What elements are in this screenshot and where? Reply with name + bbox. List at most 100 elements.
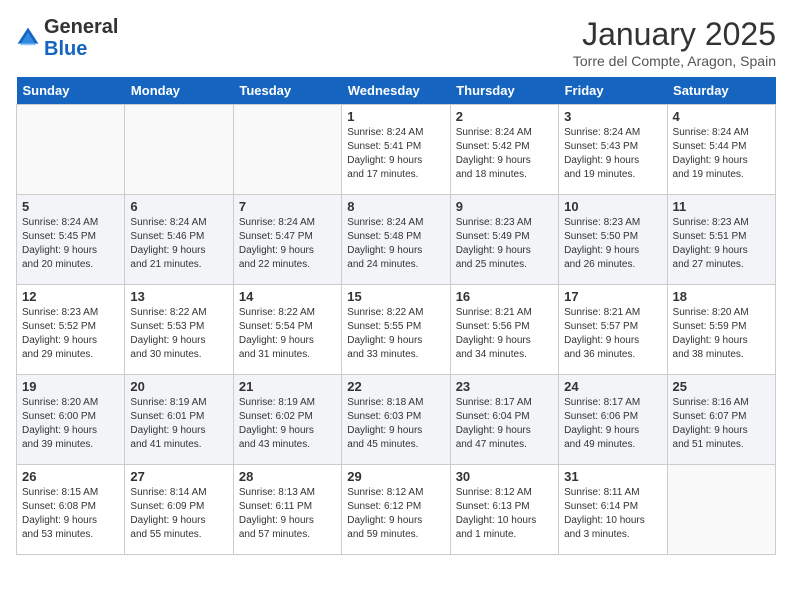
calendar-cell: 1 Sunrise: 8:24 AM Sunset: 5:41 PM Daylig…: [342, 105, 450, 195]
calendar-cell: 19 Sunrise: 8:20 AM Sunset: 6:00 PM Dayli…: [17, 375, 125, 465]
day-number: 18: [673, 289, 770, 304]
cell-info: Sunrise: 8:24 AM Sunset: 5:41 PM Dayligh…: [347, 126, 444, 182]
weekday-header-sunday: Sunday: [17, 77, 125, 105]
cell-info: Sunrise: 8:23 AM Sunset: 5:50 PM Dayligh…: [564, 216, 661, 272]
weekday-header-monday: Monday: [125, 77, 233, 105]
cell-info: Sunrise: 8:22 AM Sunset: 5:54 PM Dayligh…: [239, 306, 336, 362]
day-number: 3: [564, 109, 661, 124]
cell-info: Sunrise: 8:24 AM Sunset: 5:48 PM Dayligh…: [347, 216, 444, 272]
calendar-cell: 31 Sunrise: 8:11 AM Sunset: 6:14 PM Dayli…: [559, 465, 667, 555]
day-number: 17: [564, 289, 661, 304]
title-block: January 2025 Torre del Compte, Aragon, S…: [573, 16, 776, 69]
weekday-header-tuesday: Tuesday: [233, 77, 341, 105]
cell-info: Sunrise: 8:20 AM Sunset: 6:00 PM Dayligh…: [22, 396, 119, 452]
cell-info: Sunrise: 8:23 AM Sunset: 5:52 PM Dayligh…: [22, 306, 119, 362]
cell-info: Sunrise: 8:22 AM Sunset: 5:53 PM Dayligh…: [130, 306, 227, 362]
calendar-cell: 24 Sunrise: 8:17 AM Sunset: 6:06 PM Dayli…: [559, 375, 667, 465]
cell-info: Sunrise: 8:17 AM Sunset: 6:06 PM Dayligh…: [564, 396, 661, 452]
cell-info: Sunrise: 8:15 AM Sunset: 6:08 PM Dayligh…: [22, 486, 119, 542]
calendar-cell: 9Sunrise: 8:23 AM Sunset: 5:49 PM Daylig…: [450, 195, 558, 285]
day-number: 29: [347, 469, 444, 484]
logo-blue: Blue: [44, 38, 87, 60]
cell-info: Sunrise: 8:24 AM Sunset: 5:46 PM Dayligh…: [130, 216, 227, 272]
calendar-cell: 27Sunrise: 8:14 AM Sunset: 6:09 PM Dayli…: [125, 465, 233, 555]
cell-info: Sunrise: 8:22 AM Sunset: 5:55 PM Dayligh…: [347, 306, 444, 362]
calendar-cell: 7Sunrise: 8:24 AM Sunset: 5:47 PM Daylig…: [233, 195, 341, 285]
cell-info: Sunrise: 8:24 AM Sunset: 5:43 PM Dayligh…: [564, 126, 661, 182]
calendar-cell: 13 Sunrise: 8:22 AM Sunset: 5:53 PM Dayli…: [125, 285, 233, 375]
logo-general: General: [44, 16, 118, 38]
cell-info: Sunrise: 8:24 AM Sunset: 5:45 PM Dayligh…: [22, 216, 119, 272]
weekday-header-friday: Friday: [559, 77, 667, 105]
calendar-cell: 29 Sunrise: 8:12 AM Sunset: 6:12 PM Dayli…: [342, 465, 450, 555]
calendar-cell: 28Sunrise: 8:13 AM Sunset: 6:11 PM Dayli…: [233, 465, 341, 555]
logo-text: General Blue: [44, 16, 118, 60]
calendar-cell: 21 Sunrise: 8:19 AM Sunset: 6:02 PM Dayli…: [233, 375, 341, 465]
day-number: 31: [564, 469, 661, 484]
calendar-table: SundayMondayTuesdayWednesdayThursdayFrid…: [16, 77, 776, 555]
calendar-cell: 25 Sunrise: 8:16 AM Sunset: 6:07 PM Dayli…: [667, 375, 775, 465]
day-number: 14: [239, 289, 336, 304]
day-number: 15: [347, 289, 444, 304]
week-row-2: 5 Sunrise: 8:24 AM Sunset: 5:45 PM Daylig…: [17, 195, 776, 285]
day-number: 23: [456, 379, 553, 394]
cell-info: Sunrise: 8:19 AM Sunset: 6:02 PM Dayligh…: [239, 396, 336, 452]
calendar-cell: 26 Sunrise: 8:15 AM Sunset: 6:08 PM Dayli…: [17, 465, 125, 555]
week-row-1: 1 Sunrise: 8:24 AM Sunset: 5:41 PM Daylig…: [17, 105, 776, 195]
day-number: 7: [239, 199, 336, 214]
page-header: General Blue January 2025 Torre del Comp…: [16, 16, 776, 69]
calendar-cell: [233, 105, 341, 195]
calendar-cell: 5 Sunrise: 8:24 AM Sunset: 5:45 PM Daylig…: [17, 195, 125, 285]
calendar-cell: 30Sunrise: 8:12 AM Sunset: 6:13 PM Dayli…: [450, 465, 558, 555]
cell-info: Sunrise: 8:17 AM Sunset: 6:04 PM Dayligh…: [456, 396, 553, 452]
weekday-header-saturday: Saturday: [667, 77, 775, 105]
calendar-cell: 14 Sunrise: 8:22 AM Sunset: 5:54 PM Dayli…: [233, 285, 341, 375]
calendar-title: January 2025: [573, 16, 776, 53]
week-row-5: 26 Sunrise: 8:15 AM Sunset: 6:08 PM Dayli…: [17, 465, 776, 555]
day-number: 20: [130, 379, 227, 394]
calendar-cell: 12 Sunrise: 8:23 AM Sunset: 5:52 PM Dayli…: [17, 285, 125, 375]
cell-info: Sunrise: 8:13 AM Sunset: 6:11 PM Dayligh…: [239, 486, 336, 542]
day-number: 8: [347, 199, 444, 214]
week-row-3: 12 Sunrise: 8:23 AM Sunset: 5:52 PM Dayli…: [17, 285, 776, 375]
cell-info: Sunrise: 8:16 AM Sunset: 6:07 PM Dayligh…: [673, 396, 770, 452]
weekday-header-row: SundayMondayTuesdayWednesdayThursdayFrid…: [17, 77, 776, 105]
day-number: 26: [22, 469, 119, 484]
calendar-cell: 4Sunrise: 8:24 AM Sunset: 5:44 PM Daylig…: [667, 105, 775, 195]
day-number: 25: [673, 379, 770, 394]
cell-info: Sunrise: 8:23 AM Sunset: 5:49 PM Dayligh…: [456, 216, 553, 272]
calendar-cell: 10Sunrise: 8:23 AM Sunset: 5:50 PM Dayli…: [559, 195, 667, 285]
weekday-header-thursday: Thursday: [450, 77, 558, 105]
day-number: 30: [456, 469, 553, 484]
day-number: 12: [22, 289, 119, 304]
calendar-subtitle: Torre del Compte, Aragon, Spain: [573, 53, 776, 69]
day-number: 19: [22, 379, 119, 394]
day-number: 24: [564, 379, 661, 394]
cell-info: Sunrise: 8:21 AM Sunset: 5:56 PM Dayligh…: [456, 306, 553, 362]
cell-info: Sunrise: 8:12 AM Sunset: 6:12 PM Dayligh…: [347, 486, 444, 542]
day-number: 21: [239, 379, 336, 394]
cell-info: Sunrise: 8:11 AM Sunset: 6:14 PM Dayligh…: [564, 486, 661, 542]
calendar-cell: 22Sunrise: 8:18 AM Sunset: 6:03 PM Dayli…: [342, 375, 450, 465]
logo-icon: [16, 26, 40, 50]
day-number: 2: [456, 109, 553, 124]
calendar-cell: 3 Sunrise: 8:24 AM Sunset: 5:43 PM Daylig…: [559, 105, 667, 195]
calendar-cell: 23 Sunrise: 8:17 AM Sunset: 6:04 PM Dayli…: [450, 375, 558, 465]
calendar-cell: 6Sunrise: 8:24 AM Sunset: 5:46 PM Daylig…: [125, 195, 233, 285]
day-number: 13: [130, 289, 227, 304]
cell-info: Sunrise: 8:19 AM Sunset: 6:01 PM Dayligh…: [130, 396, 227, 452]
calendar-cell: [125, 105, 233, 195]
calendar-cell: 11Sunrise: 8:23 AM Sunset: 5:51 PM Dayli…: [667, 195, 775, 285]
day-number: 1: [347, 109, 444, 124]
cell-info: Sunrise: 8:23 AM Sunset: 5:51 PM Dayligh…: [673, 216, 770, 272]
calendar-cell: 20 Sunrise: 8:19 AM Sunset: 6:01 PM Dayli…: [125, 375, 233, 465]
cell-info: Sunrise: 8:20 AM Sunset: 5:59 PM Dayligh…: [673, 306, 770, 362]
calendar-cell: 17Sunrise: 8:21 AM Sunset: 5:57 PM Dayli…: [559, 285, 667, 375]
day-number: 16: [456, 289, 553, 304]
calendar-cell: 2 Sunrise: 8:24 AM Sunset: 5:42 PM Daylig…: [450, 105, 558, 195]
day-number: 5: [22, 199, 119, 214]
day-number: 22: [347, 379, 444, 394]
cell-info: Sunrise: 8:24 AM Sunset: 5:42 PM Dayligh…: [456, 126, 553, 182]
calendar-cell: [667, 465, 775, 555]
calendar-cell: 8 Sunrise: 8:24 AM Sunset: 5:48 PM Daylig…: [342, 195, 450, 285]
